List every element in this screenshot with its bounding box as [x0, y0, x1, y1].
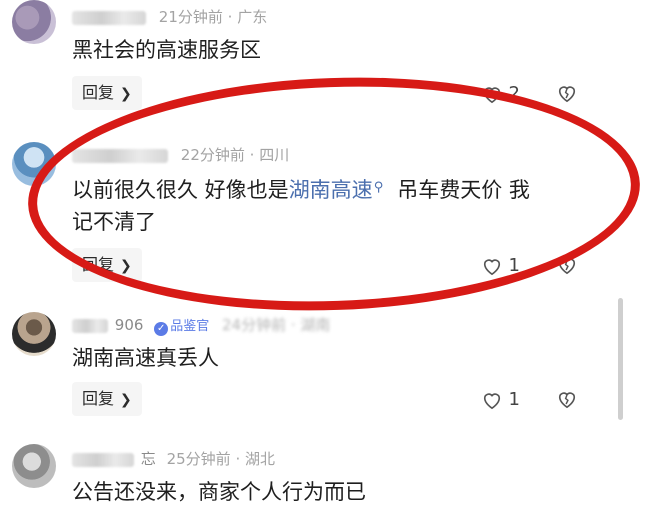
comment-time: 22分钟前	[180, 146, 245, 164]
reply-button[interactable]: 回复 ❯	[72, 76, 142, 110]
heart-outline-icon	[481, 390, 503, 410]
username-suffix[interactable]: 906	[115, 316, 144, 334]
topic-link[interactable]: 湖南高速	[289, 178, 373, 202]
username-blurred[interactable]	[72, 452, 134, 467]
chevron-right-icon: ❯	[120, 86, 132, 102]
badge: ✓ 品鉴官	[154, 315, 209, 336]
comment-meta: 22分钟前 · 四川	[72, 144, 289, 165]
avatar[interactable]	[12, 444, 56, 488]
comment-time: 25分钟前	[166, 450, 231, 468]
dislike-button[interactable]	[556, 83, 578, 103]
broken-heart-icon	[556, 389, 578, 409]
reply-button[interactable]: 回复 ❯	[72, 382, 142, 416]
comment-location: 四川	[259, 146, 290, 164]
like-button[interactable]: 2	[481, 83, 520, 104]
comment-meta: 21分钟前 · 广东	[72, 6, 267, 27]
username-suffix[interactable]: 忘	[141, 450, 156, 468]
like-count: 1	[508, 255, 520, 276]
avatar[interactable]	[12, 0, 56, 44]
reply-button[interactable]: 回复 ❯	[72, 248, 142, 282]
dislike-button[interactable]	[556, 389, 578, 409]
heart-outline-icon	[481, 256, 503, 276]
comment-meta: 906 ✓ 品鉴官 24分钟前 · 湖南	[72, 314, 330, 336]
like-count: 2	[508, 83, 520, 104]
comment-time: 24分钟前	[222, 316, 287, 334]
comment-text: 公告还没来，商家个人行为而已	[72, 480, 366, 504]
avatar[interactable]	[12, 312, 56, 356]
comment-list: 21分钟前 · 广东 黑社会的高速服务区 回复 ❯ 2 22分钟前 · 四川 以…	[0, 0, 660, 506]
comment-location: 湖南	[300, 316, 331, 334]
like-button[interactable]: 1	[481, 389, 520, 410]
like-count: 1	[508, 389, 520, 410]
comment-text: 湖南高速真丢人	[72, 346, 219, 370]
avatar[interactable]	[12, 142, 56, 186]
like-button[interactable]: 1	[481, 255, 520, 276]
comment-text: 以前很久很久 好像也是湖南高速⚲ 吊车费天价 我 记不清了	[72, 178, 530, 234]
broken-heart-icon	[556, 83, 578, 103]
comment-text: 黑社会的高速服务区	[72, 38, 261, 62]
chevron-right-icon: ❯	[120, 392, 132, 408]
verified-icon: ✓	[154, 322, 169, 336]
chevron-right-icon: ❯	[120, 258, 132, 274]
comment-meta: 忘 25分钟前 · 湖北	[72, 448, 275, 469]
broken-heart-icon	[556, 255, 578, 275]
scrollbar[interactable]	[618, 298, 623, 420]
heart-outline-icon	[481, 84, 503, 104]
search-icon: ⚲	[373, 180, 384, 195]
username-blurred[interactable]	[72, 10, 146, 25]
comment-time: 21分钟前	[158, 8, 223, 26]
username-blurred[interactable]	[72, 148, 168, 163]
username-blurred[interactable]	[72, 318, 108, 333]
dislike-button[interactable]	[556, 255, 578, 275]
comment-location: 广东	[237, 8, 268, 26]
comment-location: 湖北	[245, 450, 276, 468]
